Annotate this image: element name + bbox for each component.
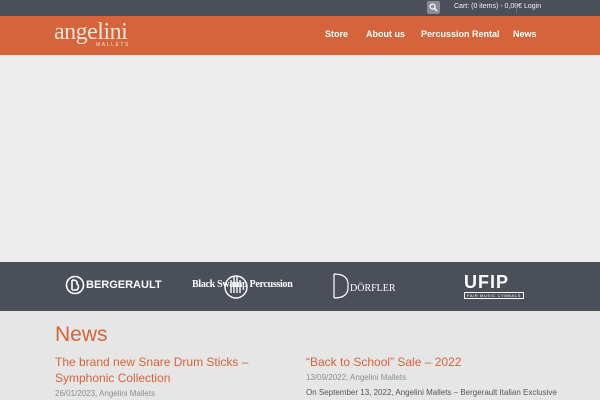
cart-link[interactable]: Cart: (0 items) - 0,00€ xyxy=(454,3,522,10)
search-button[interactable] xyxy=(427,1,440,14)
post-meta: 13/09/2022, Angelini Mallets xyxy=(306,373,407,382)
brands-strip: BERGERAULT Black Swamp Percussion DÖRFLE… xyxy=(0,262,600,311)
post-meta: 26/01/2023, Angelini Mallets xyxy=(55,389,156,398)
black-swamp-hand-icon xyxy=(224,275,248,299)
topbar-divider xyxy=(516,3,517,13)
news-section: News The brand new Snare Drum Sticks – S… xyxy=(0,311,600,400)
post-title-link[interactable]: The brand new Snare Drum Sticks – Sympho… xyxy=(55,354,295,386)
nav-news[interactable]: News xyxy=(513,29,537,39)
site-header: angelini MALLETS Store About us Percussi… xyxy=(0,16,600,55)
post-title-link[interactable]: “Back to School” Sale – 2022 xyxy=(306,354,566,370)
brand-dorfler-name: DÖRFLER xyxy=(350,283,396,294)
nav-store[interactable]: Store xyxy=(325,29,348,39)
logo-wordmark: angelini xyxy=(54,19,128,45)
hero-banner xyxy=(0,55,600,262)
post-excerpt: On September 13, 2022, Angelini Mallets … xyxy=(306,388,557,397)
brand-ufip-name: UFIP xyxy=(464,272,510,292)
login-link[interactable]: Login xyxy=(524,3,541,10)
site-logo[interactable]: angelini MALLETS xyxy=(54,19,128,48)
brand-ufip-tagline: FAIR MUSIC CYMBALS xyxy=(464,292,524,299)
nav-percussion-rental[interactable]: Percussion Rental xyxy=(421,29,500,39)
logo-subtitle: MALLETS xyxy=(96,42,130,48)
bergerault-logo-icon xyxy=(65,275,85,295)
brand-bergerault-name: BERGERAULT xyxy=(86,279,162,291)
search-icon xyxy=(429,3,438,12)
top-bar: Cart: (0 items) - 0,00€ Login xyxy=(0,0,600,16)
dorfler-d-icon xyxy=(333,273,349,299)
nav-about-us[interactable]: About us xyxy=(366,29,405,39)
news-heading: News xyxy=(55,323,108,346)
